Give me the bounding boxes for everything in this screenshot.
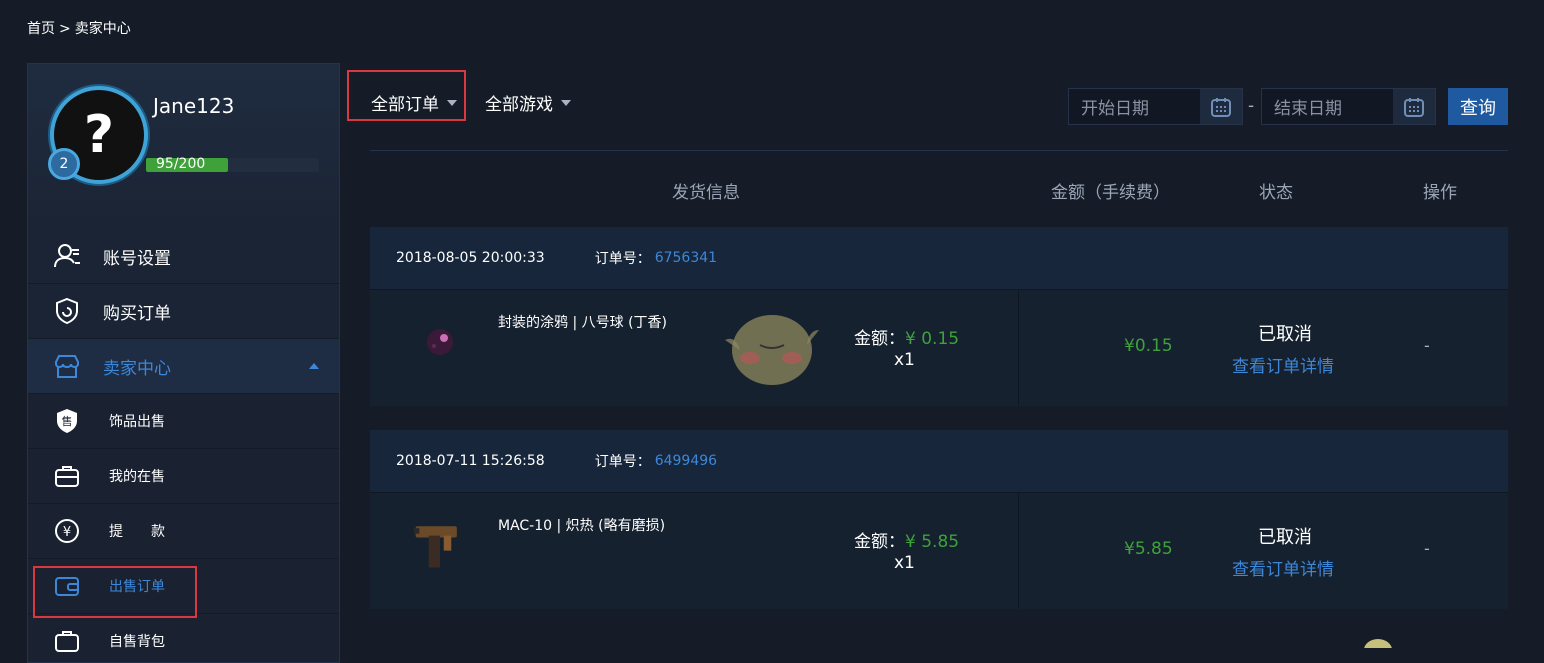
header-amount: 金额（手续费） (1051, 183, 1170, 203)
xp-text: 95/200 (156, 156, 205, 172)
order-number[interactable]: 6756341 (655, 250, 717, 266)
shield-icon (53, 297, 81, 325)
highlight-box-all-orders (347, 70, 466, 121)
order-header: 2018-08-05 20:00:33 订单号： 6756341 (370, 227, 1508, 290)
start-date-input[interactable]: 开始日期 (1068, 88, 1243, 125)
level-badge: 2 (48, 148, 80, 180)
sidebar-item-seller-center[interactable]: 卖家中心 (28, 339, 339, 394)
date-range-separator: - (1248, 96, 1255, 116)
sell-badge-icon: 售 (53, 407, 81, 435)
item-image (410, 515, 470, 575)
item-quantity: x1 (894, 350, 915, 370)
fee-amount: ¥0.15 (1124, 336, 1173, 356)
end-date-input[interactable]: 结束日期 (1261, 88, 1436, 125)
sidebar-item-account-settings[interactable]: 账号设置 (28, 229, 339, 284)
order-action: - (1424, 336, 1430, 355)
order-date: 2018-07-11 15:26:58 (396, 453, 545, 469)
order-number-label: 订单号： (594, 251, 651, 267)
breadcrumb-home[interactable]: 首页 (27, 21, 55, 37)
order-card: 2018-07-11 15:26:58 订单号： 6499496 MAC-10 … (370, 430, 1508, 609)
sidebar-item-label: 我的在售 (109, 469, 165, 485)
sidebar-item-withdraw[interactable]: ¥ 提 款 (28, 504, 339, 559)
xp-current: 95 (156, 156, 174, 172)
fee-amount: ¥5.85 (1124, 539, 1173, 559)
item-amount: 金额：¥ 0.15 (854, 324, 959, 349)
divider (1018, 493, 1019, 609)
sidebar-item-label: 购买订单 (103, 303, 171, 324)
highlight-box-sell-orders (33, 566, 197, 618)
briefcase-icon (53, 462, 81, 490)
sidebar-item-label: 提 款 (109, 524, 165, 540)
breadcrumb: 首页 > 卖家中心 (27, 18, 135, 38)
order-body: 封装的涂鸦 | 八号球 (丁香) 金额：¥ 0.15 x1 ¥0.15 已取消 … (370, 290, 1508, 406)
breadcrumb-current: 卖家中心 (74, 21, 131, 37)
divider (370, 150, 1508, 151)
order-status: 已取消 (1258, 324, 1312, 345)
divider (1018, 290, 1019, 406)
view-order-detail-link[interactable]: 查看订单详情 (1232, 555, 1334, 580)
sidebar-item-buy-orders[interactable]: 购买订单 (28, 284, 339, 339)
item-amount: 金额：¥ 5.85 (854, 527, 959, 552)
view-order-detail-link[interactable]: 查看订单详情 (1232, 352, 1334, 377)
order-number[interactable]: 6499496 (655, 453, 717, 469)
sidebar-item-label: 账号设置 (103, 248, 171, 269)
filter-all-games[interactable]: 全部游戏 (485, 90, 571, 115)
calendar-icon[interactable] (1393, 89, 1435, 124)
order-number-label: 订单号： (594, 454, 651, 470)
xp-total: /200 (173, 156, 206, 172)
sidebar-item-item-sell[interactable]: 售 饰品出售 (28, 394, 339, 449)
store-icon (53, 352, 81, 380)
amount-label: 金额： (854, 329, 905, 349)
username: Jane123 (153, 94, 235, 118)
amount-value: ¥ 0.15 (905, 329, 960, 349)
sidebar-item-label: 自售背包 (109, 634, 165, 650)
sidebar-item-label: 饰品出售 (109, 414, 165, 430)
header-action: 操作 (1423, 183, 1457, 203)
amount-label: 金额： (854, 532, 905, 552)
amount-value: ¥ 5.85 (905, 532, 960, 552)
order-action: - (1424, 539, 1430, 558)
sidebar-item-label: 卖家中心 (103, 358, 171, 379)
item-image (410, 312, 470, 372)
profile-card: ? 2 Jane123 95/200 (28, 64, 339, 229)
order-body: MAC-10 | 炽热 (略有磨损) 金额：¥ 5.85 x1 ¥5.85 已取… (370, 493, 1508, 609)
calendar-icon[interactable] (1200, 89, 1242, 124)
mascot-peek-icon (1364, 639, 1392, 648)
mascot-watermark (725, 315, 819, 385)
chevron-down-icon (561, 99, 571, 106)
start-date-placeholder: 开始日期 (1081, 99, 1149, 119)
svg-text:¥: ¥ (63, 525, 71, 540)
sidebar-item-self-sell-bag[interactable]: 自售背包 (28, 614, 339, 662)
sidebar-item-my-listings[interactable]: 我的在售 (28, 449, 339, 504)
yuan-icon: ¥ (53, 517, 81, 545)
end-date-placeholder: 结束日期 (1274, 99, 1342, 119)
header-status: 状态 (1259, 183, 1293, 203)
user-settings-icon (53, 242, 81, 270)
avatar-placeholder-glyph: ? (83, 105, 115, 165)
chevron-up-icon (309, 363, 319, 369)
order-status: 已取消 (1258, 527, 1312, 548)
order-card: 2018-08-05 20:00:33 订单号： 6756341 封装的涂鸦 |… (370, 227, 1508, 406)
item-name: MAC-10 | 炽热 (略有磨损) (498, 518, 666, 534)
header-ship-info: 发货信息 (672, 183, 740, 203)
query-button[interactable]: 查询 (1448, 88, 1508, 125)
item-name: 封装的涂鸦 | 八号球 (丁香) (498, 315, 667, 331)
svg-text:售: 售 (62, 414, 73, 428)
order-header: 2018-07-11 15:26:58 订单号： 6499496 (370, 430, 1508, 493)
breadcrumb-separator: > (59, 21, 71, 37)
item-quantity: x1 (894, 553, 915, 573)
filter-all-games-label: 全部游戏 (485, 95, 553, 115)
order-date: 2018-08-05 20:00:33 (396, 250, 545, 266)
bag-icon (53, 627, 81, 655)
